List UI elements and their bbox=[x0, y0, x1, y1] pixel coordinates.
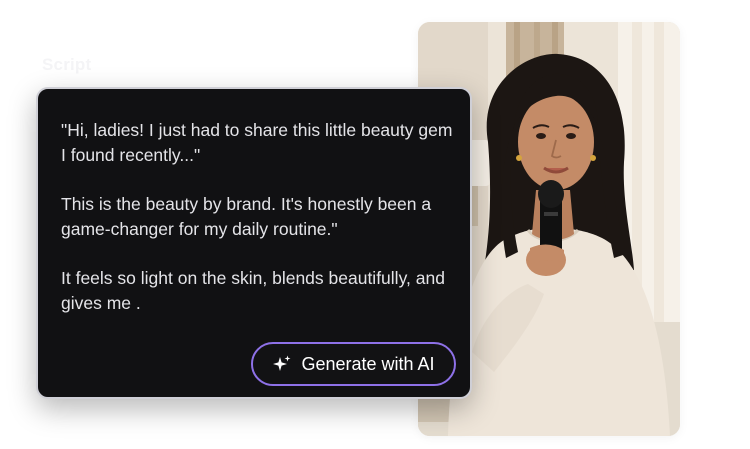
script-card: "Hi, ladies! I just had to share this li… bbox=[36, 87, 472, 399]
script-paragraph-2: This is the beauty by brand. It's honest… bbox=[61, 194, 432, 239]
generate-button-label: Generate with AI bbox=[301, 353, 435, 374]
section-label: Script bbox=[42, 55, 92, 74]
sparkles-icon bbox=[272, 354, 292, 374]
script-text: "Hi, ladies! I just had to share this li… bbox=[61, 118, 456, 316]
stage: Script "Hi, ladies! I just had to share … bbox=[0, 0, 750, 449]
script-paragraph-1: "Hi, ladies! I just had to share this li… bbox=[61, 120, 453, 165]
generate-with-ai-button[interactable]: Generate with AI bbox=[251, 342, 456, 386]
script-paragraph-3: It feels so light on the skin, blends be… bbox=[61, 268, 445, 313]
